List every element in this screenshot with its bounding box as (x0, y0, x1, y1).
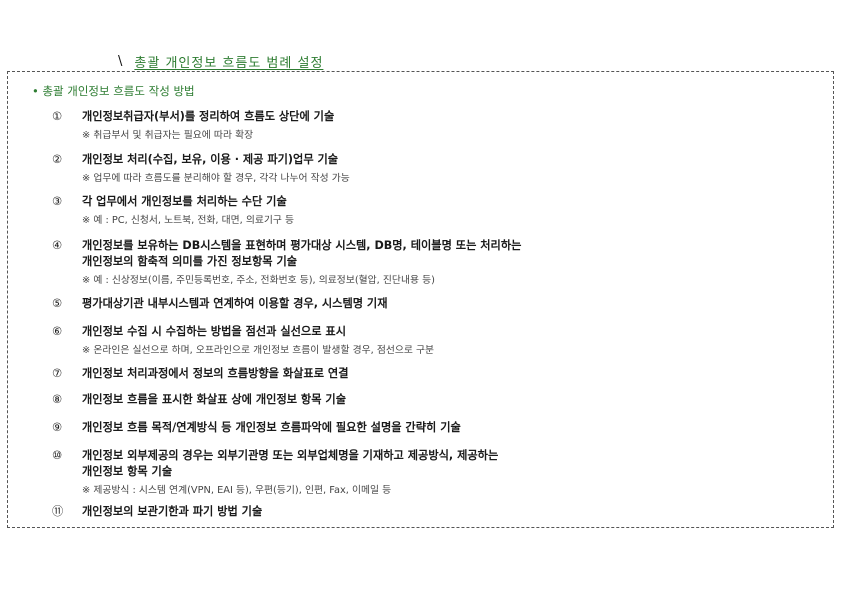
item-number: ⑧ (52, 393, 63, 406)
section-heading: \ 총괄 개인정보 흐름도 범례 설정 (118, 52, 323, 71)
item-note: ※ 취급부서 및 취급자는 필요에 따라 확장 (82, 130, 254, 141)
item-line: ⑦ 개인정보 처리과정에서 정보의 흐름방향을 화살표로 연결 (52, 366, 827, 382)
item-number: ① (52, 110, 63, 123)
item-line: ⑧ 개인정보 흐름을 표시한 화살표 상에 개인정보 항목 기술 (52, 392, 827, 408)
item-line: ① 개인정보취급자(부서)를 정리하여 흐름도 상단에 기술 (52, 109, 827, 125)
item-line: ⑩ 개인정보 외부제공의 경우는 외부기관명 또는 외부업체명을 기재하고 제공방… (52, 448, 827, 464)
item-number: ④ (52, 239, 63, 252)
item-number (52, 254, 82, 270)
item-line: ⑪ 개인정보의 보관기한과 파기 방법 기술 (52, 504, 827, 520)
item-text: 개인정보 항목 기술 (82, 465, 173, 478)
item-number: ⑩ (52, 449, 63, 462)
item-line: ④ 개인정보를 보유하는 DB시스템을 표현하며 평가대상 시스템, DB명, 테… (52, 238, 827, 254)
item-text: 개인정보취급자(부서)를 정리하여 흐름도 상단에 기술 (82, 110, 335, 123)
item-number: ⑦ (52, 367, 63, 380)
item-line: 개인정보 항목 기술 (52, 464, 827, 480)
list-item: ⑧ 개인정보 흐름을 표시한 화살표 상에 개인정보 항목 기술 (52, 392, 827, 408)
list-item: ⑥ 개인정보 수집 시 수집하는 방법을 점선과 실선으로 표시 ※ 온라인은 실선… (52, 324, 827, 359)
list-item: ④ 개인정보를 보유하는 DB시스템을 표현하며 평가대상 시스템, DB명, 테… (52, 238, 827, 289)
item-number: ⑪ (52, 505, 64, 518)
item-number: ⑥ (52, 325, 63, 338)
item-line: 개인정보의 함축적 의미를 가진 정보항목 기술 (52, 254, 827, 270)
list-item: ③ 각 업무에서 개인정보를 처리하는 수단 기술 ※ 예 : PC, 신청서, 노… (52, 194, 827, 229)
item-text: 개인정보 외부제공의 경우는 외부기관명 또는 외부업체명을 기재하고 제공방식… (82, 449, 499, 462)
box-title: • 총괄 개인정보 흐름도 작성 방법 (32, 84, 195, 98)
item-text: 개인정보 흐름 목적/연계방식 등 개인정보 흐름파악에 필요한 설명을 간략히… (82, 421, 461, 434)
item-number: ⑤ (52, 297, 63, 310)
item-text: 평가대상기관 내부시스템과 연계하여 이용할 경우, 시스템명 기재 (82, 297, 388, 310)
item-line: ② 개인정보 처리(수집, 보유, 이용 · 제공 파기)업무 기술 (52, 152, 827, 168)
instruction-box: • 총괄 개인정보 흐름도 작성 방법 ① 개인정보취급자(부서)를 정리하여 흐… (7, 71, 834, 528)
item-text: 개인정보 처리(수집, 보유, 이용 · 제공 파기)업무 기술 (82, 153, 339, 166)
item-text: 개인정보의 보관기한과 파기 방법 기술 (82, 505, 263, 518)
item-number: ⑨ (52, 421, 63, 434)
list-item: ⑤ 평가대상기관 내부시스템과 연계하여 이용할 경우, 시스템명 기재 (52, 296, 827, 312)
item-note: ※ 예 : 신상정보(이름, 주민등록번호, 주소, 전화번호 등), 의료정보… (82, 275, 435, 286)
item-line: ⑤ 평가대상기관 내부시스템과 연계하여 이용할 경우, 시스템명 기재 (52, 296, 827, 312)
item-line: ⑨ 개인정보 흐름 목적/연계방식 등 개인정보 흐름파악에 필요한 설명을 간략… (52, 420, 827, 436)
list-item: ② 개인정보 처리(수집, 보유, 이용 · 제공 파기)업무 기술 ※ 업무에 따… (52, 152, 827, 187)
item-line: ③ 각 업무에서 개인정보를 처리하는 수단 기술 (52, 194, 827, 210)
item-text: 개인정보를 보유하는 DB시스템을 표현하며 평가대상 시스템, DB명, 테이… (82, 239, 522, 252)
item-note: ※ 온라인은 실선으로 하며, 오프라인으로 개인정보 흐름이 발생할 경우, … (82, 345, 435, 356)
item-number: ③ (52, 195, 63, 208)
item-number: ② (52, 153, 63, 166)
item-note: ※ 제공방식 : 시스템 연계(VPN, EAI 등), 우편(등기), 인편,… (82, 485, 392, 496)
list-item: ① 개인정보취급자(부서)를 정리하여 흐름도 상단에 기술 ※ 취급부서 및 취급… (52, 109, 827, 144)
item-text: 개인정보의 함축적 의미를 가진 정보항목 기술 (82, 255, 298, 268)
item-text: 개인정보 흐름을 표시한 화살표 상에 개인정보 항목 기술 (82, 393, 346, 406)
list-item: ⑩ 개인정보 외부제공의 경우는 외부기관명 또는 외부업체명을 기재하고 제공방… (52, 448, 827, 499)
item-text: 각 업무에서 개인정보를 처리하는 수단 기술 (82, 195, 287, 208)
heading-text: 총괄 개인정보 흐름도 범례 설정 (134, 56, 324, 71)
list-item: ⑪ 개인정보의 보관기한과 파기 방법 기술 (52, 504, 827, 520)
list-item: ⑨ 개인정보 흐름 목적/연계방식 등 개인정보 흐름파악에 필요한 설명을 간략… (52, 420, 827, 436)
heading-mark: \ (118, 54, 123, 69)
item-number (52, 464, 82, 480)
item-text: 개인정보 수집 시 수집하는 방법을 점선과 실선으로 표시 (82, 325, 346, 338)
item-text: 개인정보 처리과정에서 정보의 흐름방향을 화살표로 연결 (82, 367, 349, 380)
list-item: ⑦ 개인정보 처리과정에서 정보의 흐름방향을 화살표로 연결 (52, 366, 827, 382)
item-note: ※ 업무에 따라 흐름도를 분리해야 할 경우, 각각 나누어 작성 가능 (82, 173, 350, 184)
item-line: ⑥ 개인정보 수집 시 수집하는 방법을 점선과 실선으로 표시 (52, 324, 827, 340)
item-note: ※ 예 : PC, 신청서, 노트북, 전화, 대면, 의료기구 등 (82, 215, 295, 226)
